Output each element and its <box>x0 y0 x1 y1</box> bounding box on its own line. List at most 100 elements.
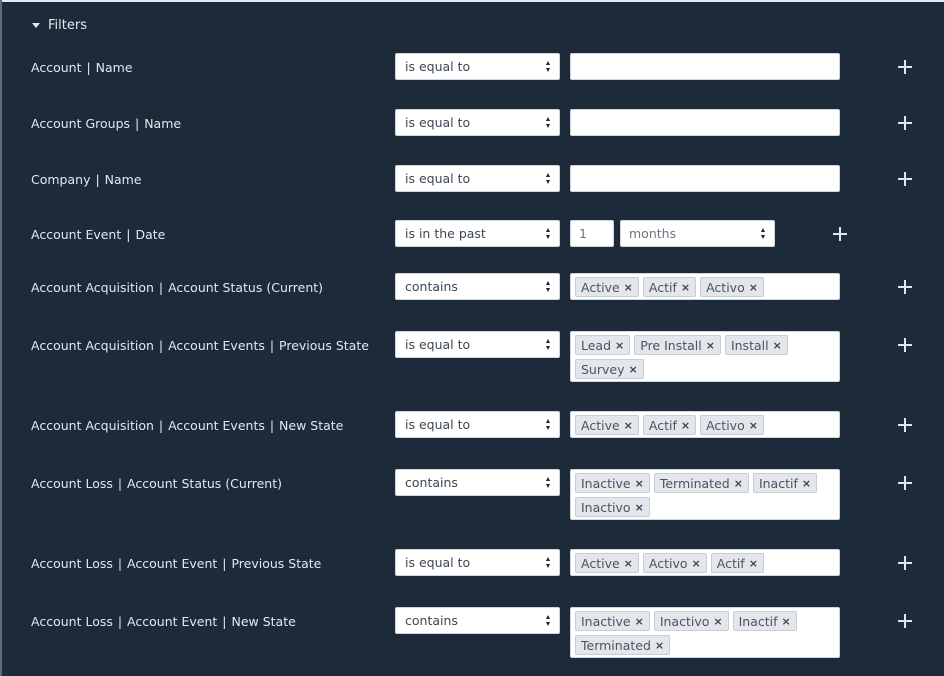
remove-tag-icon[interactable]: × <box>681 420 690 431</box>
value-tag-input[interactable]: Inactive × Inactivo × Inactif × Terminated × <box>570 607 840 658</box>
remove-tag-icon[interactable]: × <box>635 616 644 627</box>
label-separator: | <box>113 614 127 629</box>
label-part: New State <box>231 614 296 629</box>
remove-tag-icon[interactable]: × <box>734 478 743 489</box>
tag-label: Actif <box>648 279 677 295</box>
value-tag-input[interactable]: Active × Activo × Actif × <box>570 549 840 576</box>
value-tag: Lead × <box>575 335 631 355</box>
period-number-input[interactable]: 1 <box>570 220 614 247</box>
label-part: Name <box>144 116 182 131</box>
label-part: Previous State <box>279 338 369 353</box>
filter-label: Company | Name <box>31 172 142 187</box>
tag-label: Inactif <box>738 613 778 629</box>
filter-label: Account Acquisition | Account Status (Cu… <box>31 280 323 295</box>
plus-icon[interactable] <box>898 338 912 352</box>
select-arrows-icon <box>546 117 551 128</box>
label-separator: | <box>154 338 168 353</box>
select-arrows-icon <box>546 615 551 626</box>
value-tag: Terminated × <box>575 635 671 655</box>
plus-icon[interactable] <box>833 227 847 241</box>
remove-tag-icon[interactable]: × <box>624 282 633 293</box>
operator-value: contains <box>405 475 458 490</box>
operator-select[interactable]: contains <box>395 469 560 496</box>
plus-icon[interactable] <box>898 418 912 432</box>
tag-label: Active <box>581 417 620 433</box>
label-separator: | <box>91 172 104 187</box>
value-tag: Install × <box>724 335 788 355</box>
label-separator: | <box>218 614 231 629</box>
value-text-input[interactable] <box>570 53 840 80</box>
remove-tag-icon[interactable]: × <box>749 282 758 293</box>
label-part: Account Status (Current) <box>168 280 324 295</box>
value-tag-input[interactable]: Inactive × Terminated × Inactif × Inactivo × <box>570 469 840 520</box>
remove-tag-icon[interactable]: × <box>624 558 633 569</box>
value-tag: Pre Install × <box>634 335 721 355</box>
remove-tag-icon[interactable]: × <box>749 420 758 431</box>
label-separator: | <box>82 60 95 75</box>
plus-icon[interactable] <box>898 280 912 294</box>
select-arrows-icon <box>546 228 551 239</box>
operator-select[interactable]: is in the past <box>395 220 560 247</box>
remove-tag-icon[interactable]: × <box>635 502 644 513</box>
remove-tag-icon[interactable]: × <box>773 340 782 351</box>
operator-select[interactable]: is equal to <box>395 331 560 358</box>
label-separator: | <box>131 116 144 131</box>
label-part: Previous State <box>231 556 322 571</box>
remove-tag-icon[interactable]: × <box>624 420 633 431</box>
plus-icon[interactable] <box>898 614 912 628</box>
tag-list: Inactive × Inactivo × Inactif × Terminated × <box>571 608 839 658</box>
value-tag: Inactif × <box>732 611 797 631</box>
operator-select[interactable]: is equal to <box>395 109 560 136</box>
value-tag-input[interactable]: Lead × Pre Install × Install × Survey × <box>570 331 840 382</box>
value-tag: Inactive × <box>575 611 650 631</box>
remove-tag-icon[interactable]: × <box>615 340 624 351</box>
tag-label: Pre Install <box>640 337 702 353</box>
operator-value: is equal to <box>405 337 471 352</box>
operator-select[interactable]: is equal to <box>395 165 560 192</box>
operator-select[interactable]: is equal to <box>395 53 560 80</box>
tag-label: Install <box>730 337 769 353</box>
label-part: Account Status (Current) <box>127 476 282 491</box>
label-part: Date <box>135 227 166 242</box>
label-separator: | <box>154 280 168 295</box>
remove-tag-icon[interactable]: × <box>782 616 791 627</box>
plus-icon[interactable] <box>898 60 912 74</box>
value-text-input[interactable] <box>570 165 840 192</box>
remove-tag-icon[interactable]: × <box>628 364 637 375</box>
period-unit-select[interactable]: months <box>620 220 775 247</box>
value-tag-input[interactable]: Active × Actif × Activo × <box>570 411 840 438</box>
operator-value: is equal to <box>405 115 471 130</box>
tag-label: Inactivo <box>581 499 631 515</box>
value-tag: Active × <box>575 277 639 297</box>
remove-tag-icon[interactable]: × <box>706 340 715 351</box>
plus-icon[interactable] <box>898 556 912 570</box>
tag-label: Active <box>581 555 620 571</box>
label-part: Account Acquisition <box>31 280 154 295</box>
select-arrows-icon <box>546 477 551 488</box>
plus-icon[interactable] <box>898 172 912 186</box>
value-text-input[interactable] <box>570 109 840 136</box>
remove-tag-icon[interactable]: × <box>713 616 722 627</box>
label-part: Account Loss <box>31 556 113 571</box>
select-arrows-icon <box>546 339 551 350</box>
remove-tag-icon[interactable]: × <box>681 282 690 293</box>
remove-tag-icon[interactable]: × <box>802 478 811 489</box>
plus-icon[interactable] <box>898 476 912 490</box>
label-part: Account Events <box>168 418 265 433</box>
filters-section-header[interactable]: Filters <box>32 18 87 33</box>
caret-down-icon[interactable] <box>32 23 40 28</box>
operator-select[interactable]: contains <box>395 607 560 634</box>
remove-tag-icon[interactable]: × <box>635 478 644 489</box>
operator-value: is equal to <box>405 59 471 74</box>
operator-select[interactable]: is equal to <box>395 549 560 576</box>
value-tag-input[interactable]: Active × Actif × Activo × <box>570 273 840 300</box>
operator-select[interactable]: contains <box>395 273 560 300</box>
plus-icon[interactable] <box>898 116 912 130</box>
tag-list: Inactive × Terminated × Inactif × Inactivo × <box>571 470 839 520</box>
remove-tag-icon[interactable]: × <box>749 558 758 569</box>
filter-label: Account Groups | Name <box>31 116 181 131</box>
remove-tag-icon[interactable]: × <box>655 640 664 651</box>
label-separator: | <box>218 556 231 571</box>
operator-select[interactable]: is equal to <box>395 411 560 438</box>
remove-tag-icon[interactable]: × <box>692 558 701 569</box>
